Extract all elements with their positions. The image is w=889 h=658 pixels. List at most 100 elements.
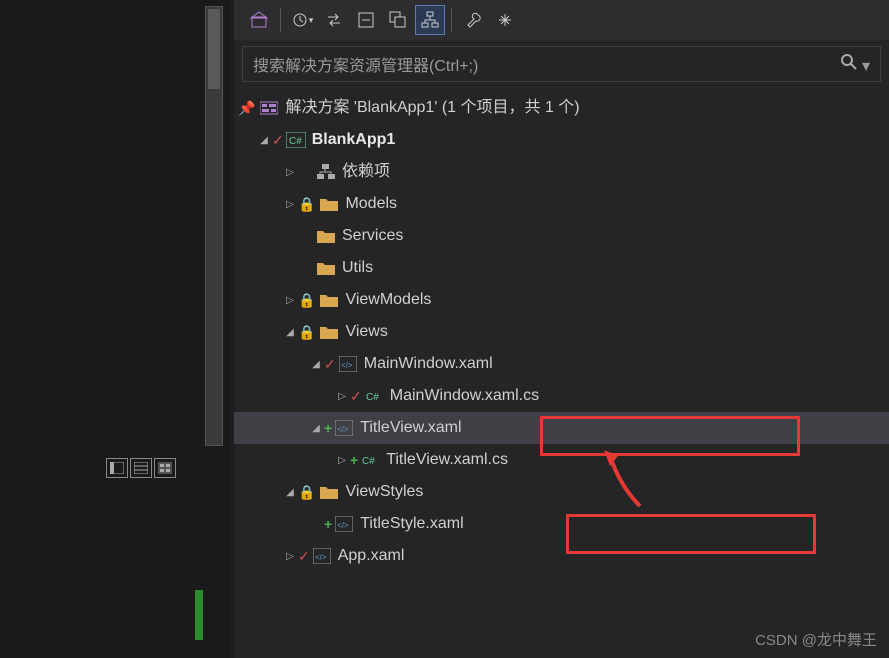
hierarchy-icon[interactable] (415, 5, 445, 35)
expand-icon[interactable] (256, 124, 272, 156)
solution-icon (259, 98, 279, 118)
wrench-icon[interactable] (458, 5, 488, 35)
file-label: TitleView.xaml.cs (386, 445, 508, 475)
folder-icon (316, 226, 336, 246)
layout-split-icon[interactable] (130, 458, 152, 478)
xaml-icon: </> (334, 514, 354, 534)
solution-explorer: ▾ 搜索解决方案资源管理器(Ctrl+;) ▾ 📌 解决方案 'BlankApp… (234, 0, 889, 658)
plus-icon: + (324, 509, 332, 539)
scrollbar-thumb[interactable] (208, 9, 220, 89)
expand-icon[interactable] (282, 188, 298, 220)
expand-icon[interactable] (282, 156, 298, 188)
folder-label: Services (342, 221, 403, 251)
expand-icon[interactable] (282, 476, 298, 508)
file-app[interactable]: ✓ </> App.xaml (234, 540, 889, 572)
expand-icon[interactable] (308, 412, 324, 444)
expand-icon[interactable] (334, 380, 350, 412)
layout-grid-icon[interactable] (154, 458, 176, 478)
annotation-arrow (600, 446, 640, 496)
svg-text:</>: </> (337, 521, 349, 530)
folder-utils[interactable]: Utils (234, 252, 889, 284)
dependencies-node[interactable]: 依赖项 (234, 156, 889, 188)
file-label: TitleStyle.xaml (360, 509, 463, 539)
expand-icon[interactable] (282, 284, 298, 316)
folder-viewstyles[interactable]: 🔒 ViewStyles (234, 476, 889, 508)
file-label: MainWindow.xaml.cs (390, 381, 539, 411)
folder-models[interactable]: 🔒 Models (234, 188, 889, 220)
scrollbar[interactable] (205, 6, 223, 446)
search-input[interactable]: 搜索解决方案资源管理器(Ctrl+;) ▾ (242, 46, 881, 82)
expand-icon[interactable] (308, 348, 324, 380)
svg-text:</>: </> (337, 425, 349, 434)
lock-icon: 🔒 (298, 285, 315, 315)
check-icon: ✓ (272, 125, 284, 155)
collapse-icon[interactable] (351, 5, 381, 35)
folder-viewmodels[interactable]: 🔒 ViewModels (234, 284, 889, 316)
solution-label: 解决方案 'BlankApp1' (1 个项目，共 1 个) (285, 93, 579, 123)
file-mainwindow[interactable]: ✓ </> MainWindow.xaml (234, 348, 889, 380)
xaml-icon: </> (338, 354, 358, 374)
editor-pane (0, 0, 230, 658)
home-icon[interactable] (244, 5, 274, 35)
svg-text:C#: C# (289, 136, 302, 147)
view-mode-icons (106, 458, 176, 478)
spark-icon[interactable] (490, 5, 520, 35)
csharp-icon: C# (364, 386, 384, 406)
change-indicator (195, 590, 203, 640)
history-icon[interactable]: ▾ (287, 5, 317, 35)
folder-icon (319, 482, 339, 502)
expand-icon[interactable] (334, 444, 350, 476)
lock-icon: 🔒 (298, 317, 315, 347)
folder-label: Utils (342, 253, 373, 283)
plus-icon: + (350, 445, 358, 475)
folder-label: ViewModels (345, 285, 431, 315)
folder-views[interactable]: 🔒 Views (234, 316, 889, 348)
folder-label: Views (345, 317, 387, 347)
solution-node[interactable]: 📌 解决方案 'BlankApp1' (1 个项目，共 1 个) (234, 92, 889, 124)
swap-icon[interactable] (319, 5, 349, 35)
separator (280, 8, 281, 32)
solution-tree: 📌 解决方案 'BlankApp1' (1 个项目，共 1 个) ✓ C# Bl… (234, 88, 889, 572)
search-placeholder: 搜索解决方案资源管理器(Ctrl+;) (253, 52, 478, 76)
file-titleview-cs[interactable]: + C# TitleView.xaml.cs (234, 444, 889, 476)
folder-label: ViewStyles (345, 477, 423, 507)
folder-label: Models (345, 189, 397, 219)
file-label: App.xaml (338, 541, 405, 571)
folder-services[interactable]: Services (234, 220, 889, 252)
folder-icon (319, 290, 339, 310)
check-icon: ✓ (324, 349, 336, 379)
expand-icon[interactable] (282, 540, 298, 572)
folder-icon (319, 322, 339, 342)
layout-single-icon[interactable] (106, 458, 128, 478)
toolbar: ▾ (234, 0, 889, 40)
expand-icon[interactable] (282, 316, 298, 348)
file-label: TitleView.xaml (360, 413, 461, 443)
check-icon: ✓ (298, 541, 310, 571)
xaml-icon: </> (334, 418, 354, 438)
pin-icon: 📌 (238, 93, 255, 123)
dependencies-icon (316, 162, 336, 182)
file-label: MainWindow.xaml (364, 349, 493, 379)
svg-text:</>: </> (341, 361, 353, 370)
csharp-project-icon: C# (286, 130, 306, 150)
lock-icon: 🔒 (298, 477, 315, 507)
file-mainwindow-cs[interactable]: ✓ C# MainWindow.xaml.cs (234, 380, 889, 412)
folder-icon (316, 258, 336, 278)
svg-text:</>: </> (315, 553, 327, 562)
check-icon: ✓ (350, 381, 362, 411)
search-icon: ▾ (840, 53, 870, 76)
lock-icon: 🔒 (298, 189, 315, 219)
svg-text:C#: C# (362, 456, 375, 467)
plus-icon: + (324, 413, 332, 443)
csharp-icon: C# (360, 450, 380, 470)
dependencies-label: 依赖项 (342, 157, 390, 187)
project-node[interactable]: ✓ C# BlankApp1 (234, 124, 889, 156)
svg-text:C#: C# (366, 392, 379, 403)
sync-icon[interactable] (383, 5, 413, 35)
file-titlestyle[interactable]: + </> TitleStyle.xaml (234, 508, 889, 540)
separator (451, 8, 452, 32)
project-label: BlankApp1 (312, 125, 396, 155)
file-titleview[interactable]: + </> TitleView.xaml (234, 412, 889, 444)
xaml-icon: </> (312, 546, 332, 566)
folder-icon (319, 194, 339, 214)
